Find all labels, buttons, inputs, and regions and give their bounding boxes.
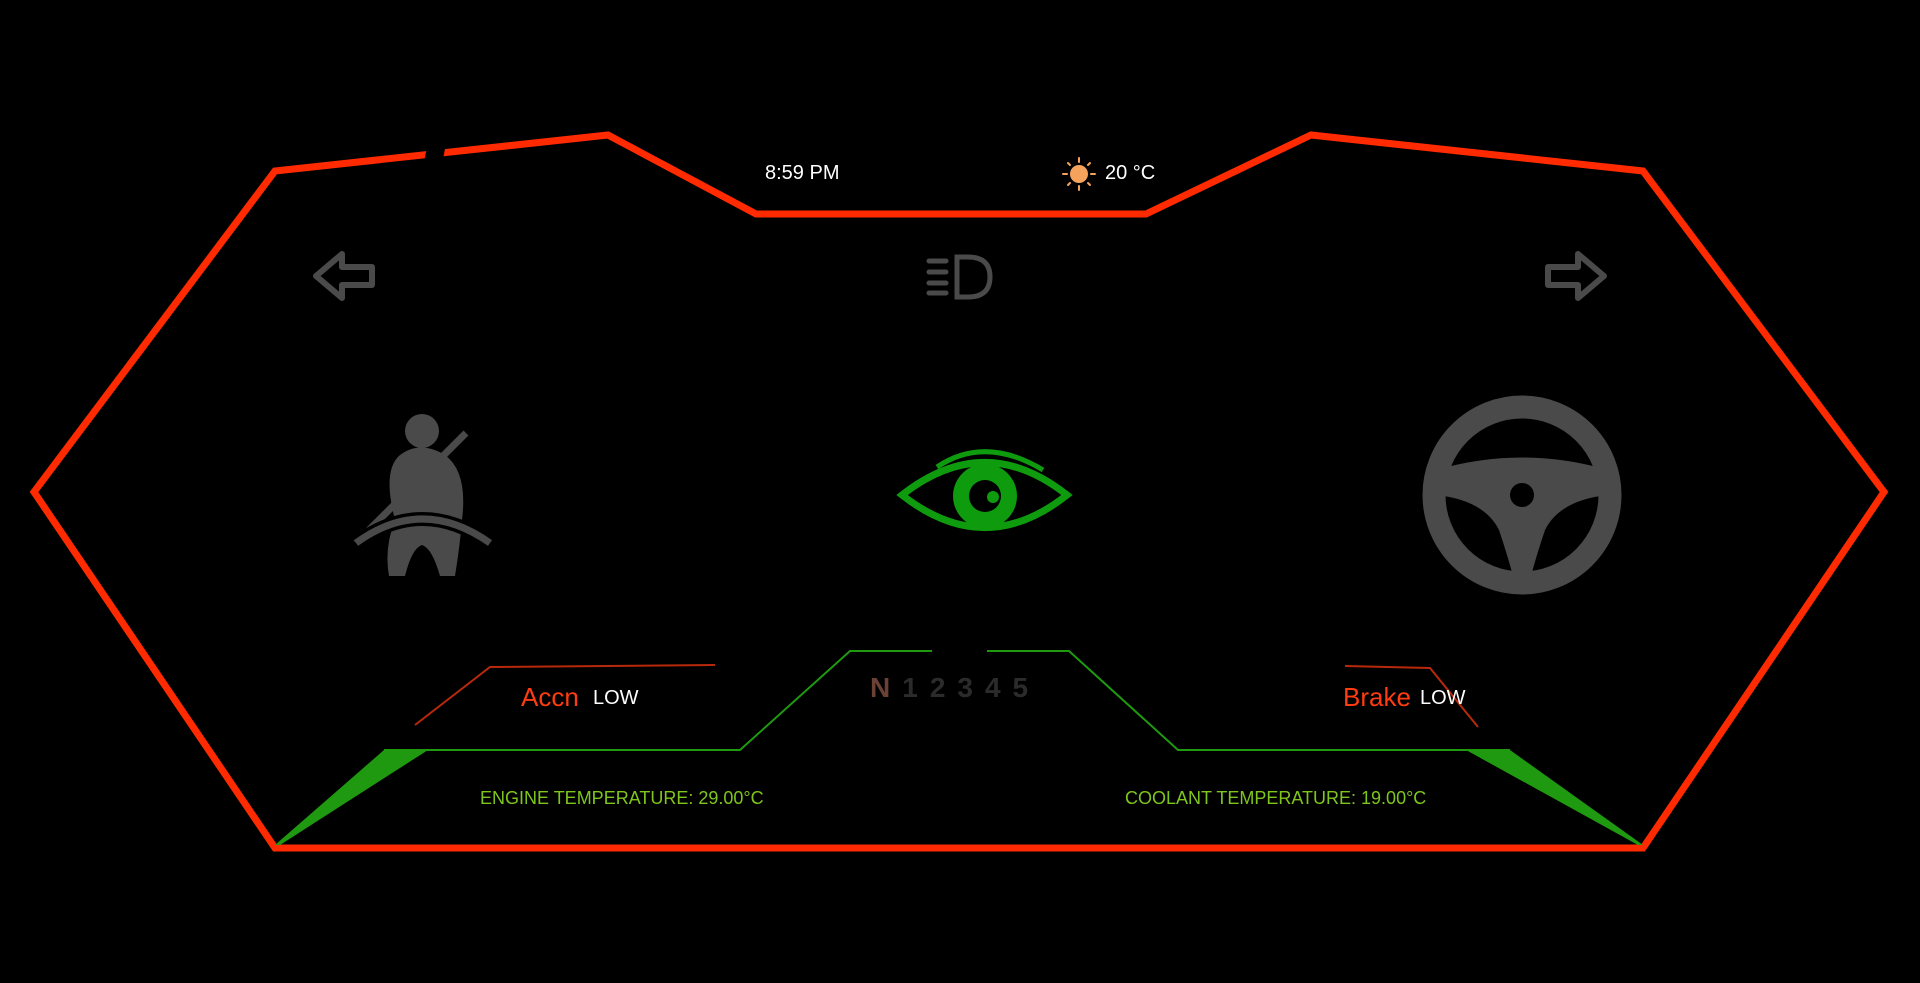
eye-icon xyxy=(896,449,1073,531)
seatbelt-icon xyxy=(347,0,495,576)
arrow-right-icon xyxy=(1545,251,1607,301)
right-green-wedge xyxy=(1466,750,1643,845)
gear-1: 1 xyxy=(902,672,918,703)
brake-label: Brake xyxy=(1343,682,1411,712)
outside-temperature: 20 °C xyxy=(1105,162,1156,184)
brake-level: LOW xyxy=(1420,687,1466,709)
low-beam-headlight-icon xyxy=(926,254,993,300)
sun-icon xyxy=(1062,157,1096,191)
engine-temperature: ENGINE TEMPERATURE: 29.00°C xyxy=(480,788,764,808)
arrow-left-icon xyxy=(313,251,375,301)
cluster-graphics xyxy=(29,0,1889,852)
accel-label: Accn xyxy=(521,682,579,712)
clock: 8:59 PM xyxy=(765,162,840,184)
left-green-wedge xyxy=(275,750,428,845)
accel-level: LOW xyxy=(593,687,639,709)
steering-wheel-icon xyxy=(1422,395,1622,595)
gear-3: 3 xyxy=(957,672,973,703)
gear-5: 5 xyxy=(1012,672,1029,703)
gear-selector: N 1 2 3 4 5 xyxy=(870,672,1028,704)
instrument-cluster: 8:59 PM 20 °C Accn LOW Brake LOW N 1 2 3… xyxy=(0,0,1920,983)
gear-2: 2 xyxy=(929,672,946,703)
gear-n: N xyxy=(870,672,891,703)
gear-4: 4 xyxy=(984,672,1001,703)
coolant-temperature: COOLANT TEMPERATURE: 19.00°C xyxy=(1125,788,1427,808)
